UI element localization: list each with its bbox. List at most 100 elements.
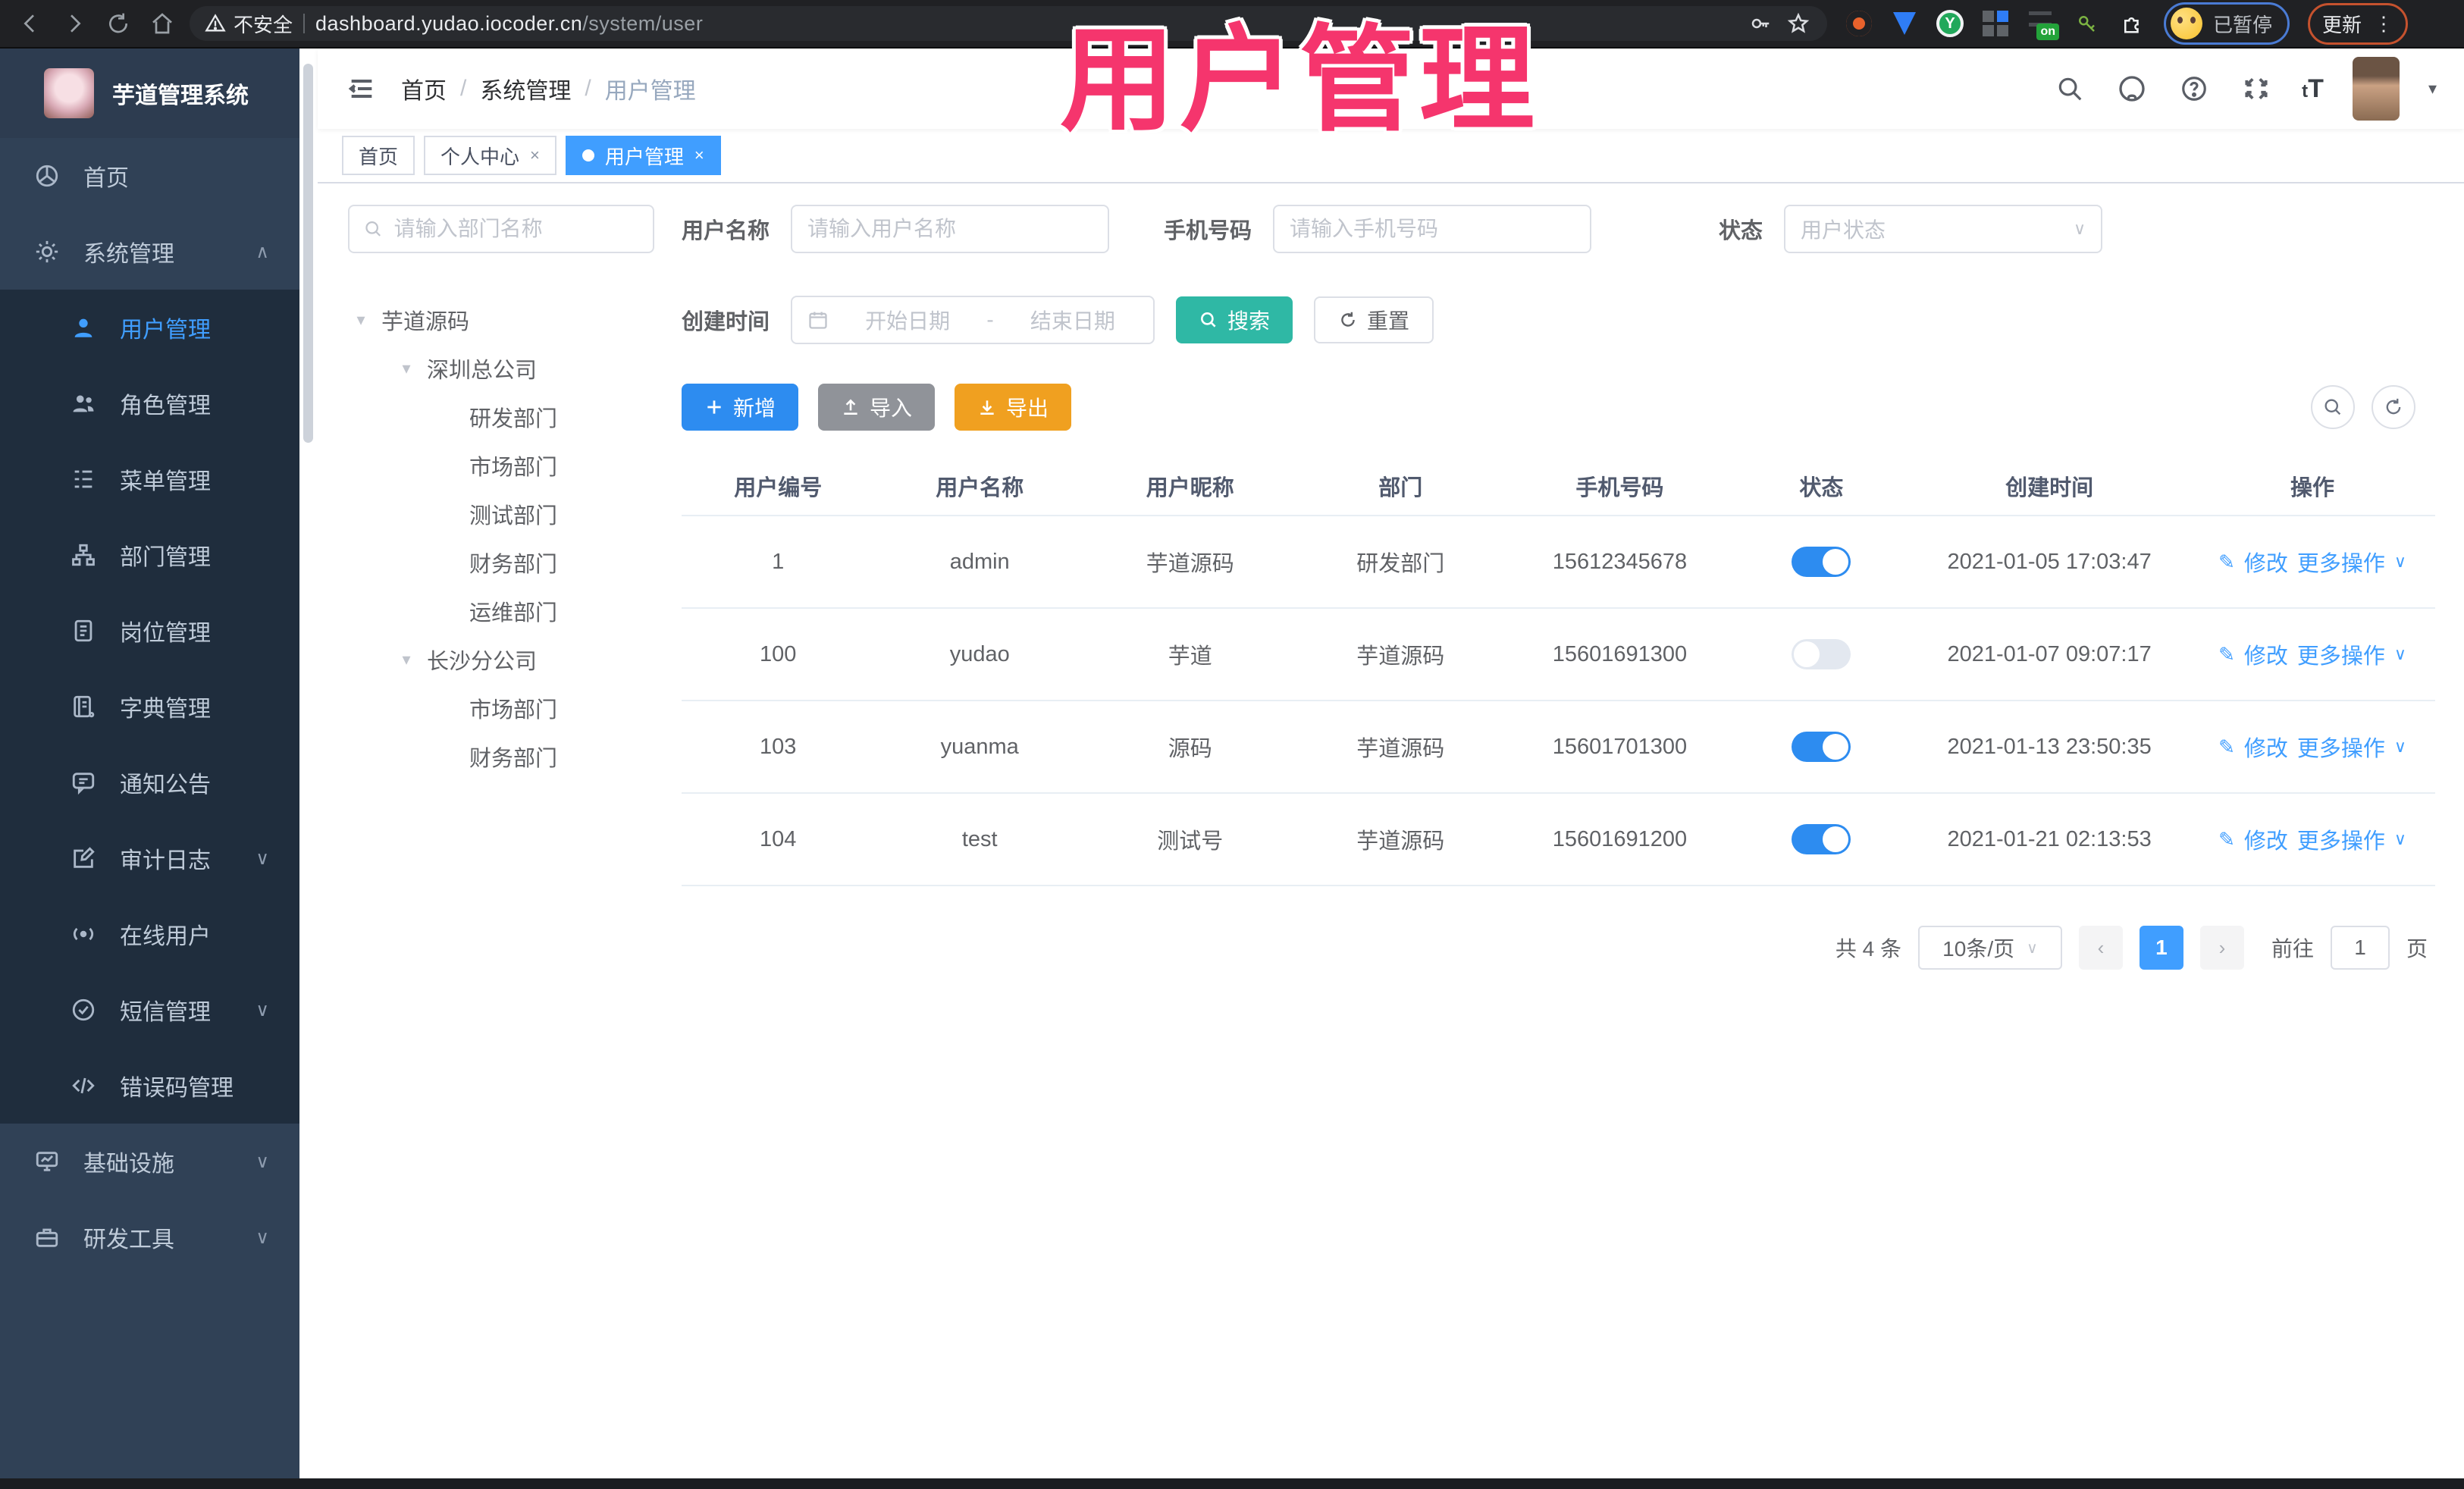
caret-icon[interactable]: ▾ (398, 359, 415, 378)
tree-node[interactable]: 研发部门 (348, 393, 654, 441)
grid-extension-icon[interactable] (1982, 10, 2009, 37)
password-key-icon[interactable] (1747, 10, 1774, 37)
tree-node[interactable]: 测试部门 (348, 490, 654, 538)
edit-link[interactable]: 修改 (2244, 638, 2288, 670)
onlist-extension-icon[interactable]: on (2027, 10, 2059, 40)
more-actions-link[interactable]: 更多操作 (2297, 823, 2385, 855)
tree-node[interactable]: ▾ 芋道源码 (348, 296, 654, 344)
scrollbar-thumb[interactable] (303, 64, 313, 443)
export-button[interactable]: 导出 (955, 384, 1072, 431)
username-field[interactable] (791, 205, 1110, 253)
extensions-puzzle-icon[interactable] (2118, 10, 2146, 37)
sidebar-item-menu-mgmt[interactable]: 菜单管理 (0, 441, 299, 517)
edit-link[interactable]: 修改 (2244, 823, 2288, 855)
browser-profile-paused[interactable]: 已暂停 (2164, 2, 2290, 45)
sidebar-item-infrastructure[interactable]: 基础设施 ∨ (0, 1124, 299, 1199)
breadcrumb-system[interactable]: 系统管理 (480, 72, 571, 105)
gem-extension-icon[interactable] (1891, 10, 1918, 37)
home-icon[interactable] (146, 7, 179, 40)
status-toggle[interactable] (1792, 732, 1851, 762)
sidebar-item-error-code[interactable]: 错误码管理 (0, 1048, 299, 1124)
tree-node[interactable]: 市场部门 (348, 684, 654, 732)
chrome-update-button[interactable]: 更新 ⋮ (2308, 2, 2409, 45)
date-range-picker[interactable]: 开始日期 - 结束日期 (791, 296, 1155, 344)
page-size-select[interactable]: 10条/页 ∨ (1917, 926, 2062, 970)
forward-icon[interactable] (58, 7, 91, 40)
status-select[interactable]: 用户状态 ∨ (1784, 205, 2103, 253)
search-button[interactable]: 搜索 (1176, 296, 1293, 343)
sidebar-item-dict-mgmt[interactable]: 字典管理 (0, 669, 299, 744)
sidebar-item-home[interactable]: 首页 (0, 138, 299, 214)
tree-node[interactable]: 财务部门 (348, 732, 654, 781)
security-warning-icon[interactable]: 不安全 (205, 10, 293, 38)
caret-icon[interactable]: ▾ (353, 310, 369, 330)
caret-icon[interactable]: ▾ (398, 650, 415, 669)
refresh-button[interactable] (2372, 385, 2415, 429)
status-toggle[interactable] (1792, 824, 1851, 854)
sidebar-fold-icon[interactable] (345, 72, 378, 105)
dept-search-input[interactable] (393, 217, 639, 241)
sidebar-item-role-mgmt[interactable]: 角色管理 (0, 365, 299, 441)
font-size-icon[interactable]: tT (2302, 74, 2324, 104)
tree-node[interactable]: 运维部门 (348, 587, 654, 635)
sidebar-item-post-mgmt[interactable]: 岗位管理 (0, 593, 299, 669)
tree-node[interactable]: ▾ 长沙分公司 (348, 635, 654, 684)
avatar-caret-icon[interactable]: ▾ (2428, 79, 2437, 99)
github-icon[interactable] (2115, 72, 2149, 105)
edit-link[interactable]: 修改 (2244, 731, 2288, 763)
reset-button[interactable]: 重置 (1314, 296, 1434, 343)
more-actions-link[interactable]: 更多操作 (2297, 731, 2385, 763)
toggle-search-button[interactable] (2311, 385, 2355, 429)
dept-search-box[interactable] (348, 205, 654, 253)
help-icon[interactable] (2177, 72, 2211, 105)
import-button[interactable]: 导入 (818, 384, 936, 431)
sidebar-item-notice[interactable]: 通知公告 (0, 744, 299, 820)
tab-profile[interactable]: 个人中心 × (424, 136, 556, 175)
ubuntu-extension-icon[interactable] (1845, 10, 1873, 37)
sidebar-scrollbar[interactable] (299, 49, 318, 1478)
sidebar-item-user-mgmt[interactable]: 用户管理 (0, 290, 299, 365)
tab-user-mgmt[interactable]: 用户管理 × (565, 136, 721, 175)
work-area: 用户名称 手机号码 状态 用户状态 ∨ 创建时间 开始日期 (682, 205, 2456, 1478)
goto-page-input[interactable] (2330, 926, 2390, 970)
table-row: 1 admin 芋道源码 研发部门 15612345678 2021-01-05… (682, 516, 2435, 609)
bookmark-star-icon[interactable] (1785, 10, 1812, 37)
user-avatar[interactable] (2352, 57, 2400, 121)
more-actions-link[interactable]: 更多操作 (2297, 546, 2385, 578)
tree-node[interactable]: ▾ 深圳总公司 (348, 344, 654, 393)
breadcrumb-home[interactable]: 首页 (401, 72, 447, 105)
fullscreen-icon[interactable] (2240, 72, 2273, 105)
username-input[interactable] (807, 217, 1093, 241)
sidebar-item-audit-log[interactable]: 审计日志 ∨ (0, 820, 299, 896)
browser-menu-icon[interactable]: ⋮ (2374, 12, 2393, 36)
code-icon (70, 1073, 97, 1099)
address-bar[interactable]: 不安全 dashboard.yudao.iocoder.cn/system/us… (190, 6, 1827, 41)
tree-node[interactable]: 财务部门 (348, 538, 654, 587)
close-icon[interactable]: × (530, 146, 540, 165)
status-toggle[interactable] (1792, 547, 1851, 577)
tree-node-label: 市场部门 (469, 698, 558, 723)
next-page-button[interactable]: › (2199, 926, 2244, 970)
tree-node[interactable]: 市场部门 (348, 441, 654, 490)
add-button[interactable]: 新增 (682, 384, 799, 431)
green-key-extension-icon[interactable] (2073, 10, 2100, 37)
close-icon[interactable]: × (694, 146, 704, 165)
edit-link[interactable]: 修改 (2244, 546, 2288, 578)
search-icon[interactable] (2053, 72, 2086, 105)
reload-icon[interactable] (102, 7, 135, 40)
sidebar-item-sms-mgmt[interactable]: 短信管理 ∨ (0, 972, 299, 1048)
back-icon[interactable] (14, 7, 47, 40)
sidebar-item-online-users[interactable]: 在线用户 (0, 896, 299, 972)
sidebar-item-dept-mgmt[interactable]: 部门管理 (0, 517, 299, 593)
green-extension-icon[interactable]: Y (1936, 10, 1964, 37)
mobile-field[interactable] (1273, 205, 1592, 253)
mobile-input[interactable] (1290, 217, 1575, 241)
sidebar-item-dev-tools[interactable]: 研发工具 ∨ (0, 1199, 299, 1275)
more-actions-link[interactable]: 更多操作 (2297, 638, 2385, 670)
prev-page-button[interactable]: ‹ (2078, 926, 2123, 970)
status-toggle[interactable] (1792, 639, 1851, 669)
page-number-1[interactable]: 1 (2139, 926, 2183, 970)
sidebar-item-system[interactable]: 系统管理 ∧ (0, 214, 299, 290)
app-logo-row[interactable]: 芋道管理系统 (0, 49, 299, 138)
tab-home[interactable]: 首页 (342, 136, 415, 175)
